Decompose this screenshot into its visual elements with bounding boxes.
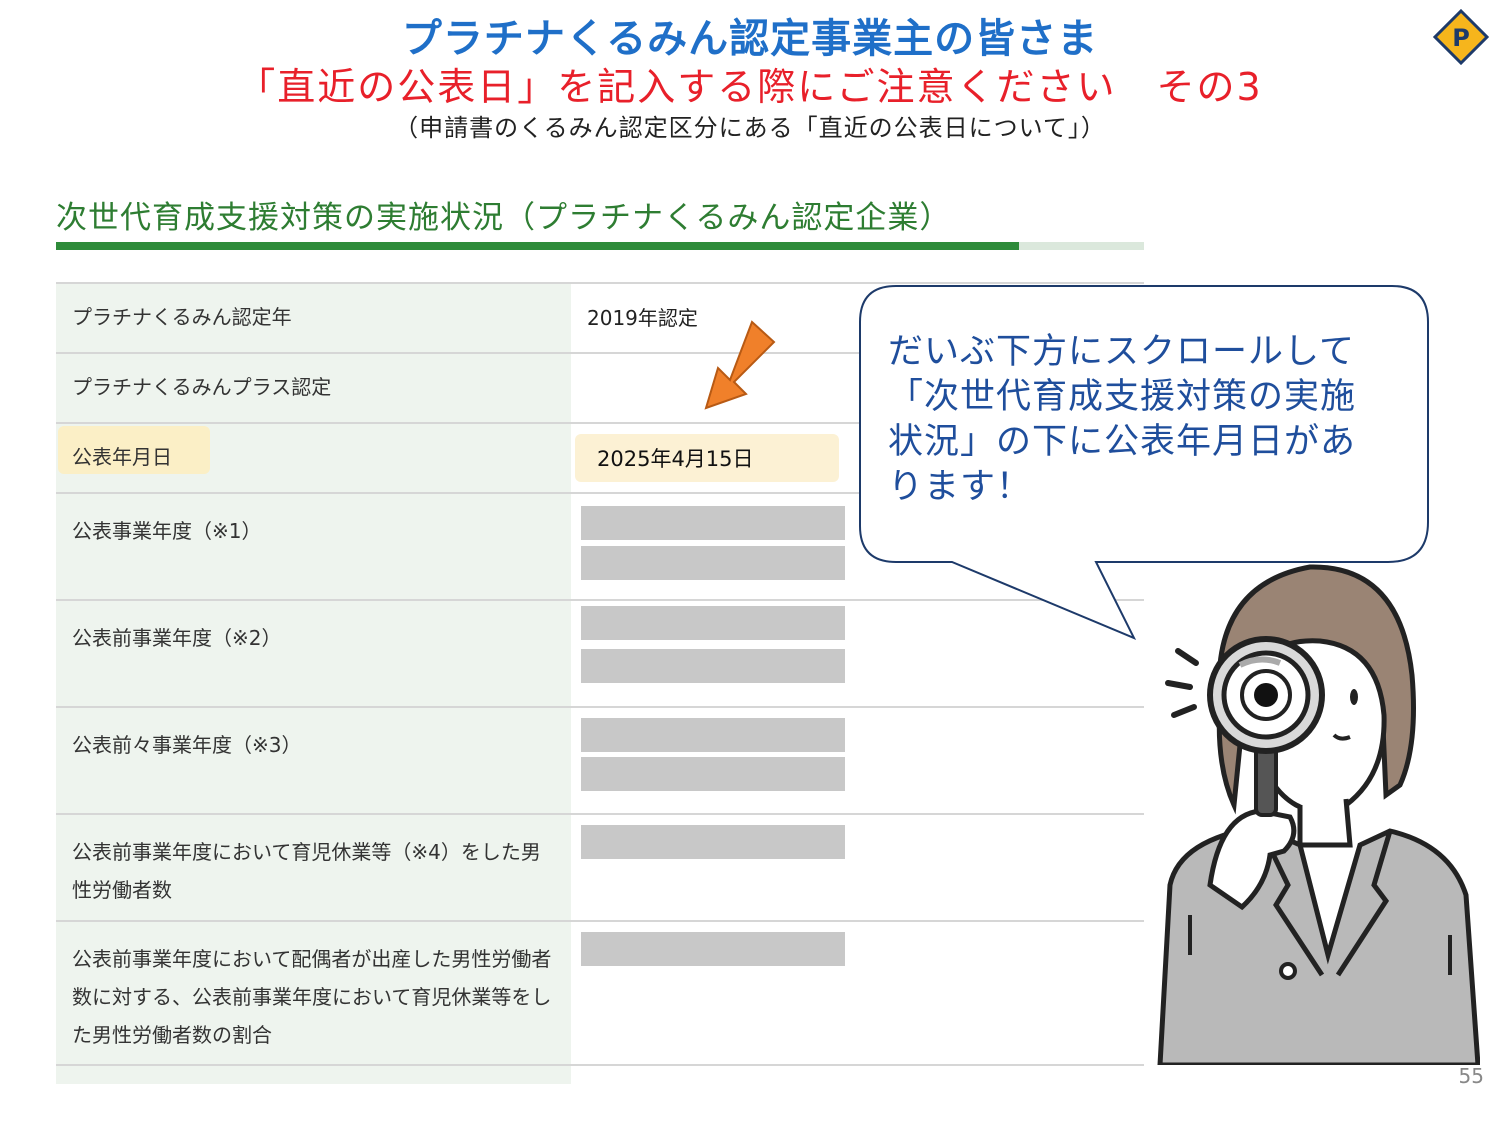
redacted-block [581,718,845,752]
table-continuation [56,1066,571,1084]
heading-underline [56,242,1144,250]
row-label: 公表前事業年度（※2） [56,601,571,706]
heading-underline-fill [56,242,1019,250]
orange-down-left-arrow-icon [704,320,776,410]
table-row: 公表前事業年度において配偶者が出産した男性労働者数に対する、公表前事業年度におい… [56,922,1144,1066]
row-value [571,815,1144,920]
redacted-block [581,932,845,966]
table-row: 公表前々事業年度（※3） [56,708,1144,815]
badge-letter: P [1452,24,1470,52]
redacted-block [581,757,845,791]
slide-subtitle-note: （申請書のくるみん認定区分にある「直近の公表日について」） [394,114,1106,142]
redacted-block [581,546,845,580]
section-heading: 次世代育成支援対策の実施状況（プラチナくるみん認定企業） [56,200,952,236]
table-row: 公表前事業年度において育児休業等（※4）をした男性労働者数 [56,815,1144,922]
p-diamond-badge-icon: P [1433,9,1489,65]
redacted-block [581,825,845,859]
page-number: 55 [1458,1064,1484,1088]
row-label: プラチナくるみんプラス認定 [56,354,571,422]
slide-subtitle-warning: 「直近の公表日」を記入する際にご注意ください その3 [237,65,1263,109]
row-label: 公表前事業年度において配偶者が出産した男性労働者数に対する、公表前事業年度におい… [56,922,571,1064]
redacted-block [581,606,845,640]
row-label-highlighted: 公表年月日 [56,424,571,492]
row-label: 公表事業年度（※1） [56,494,571,599]
row-value [571,922,1144,1064]
row-value [571,708,1144,813]
row-label: プラチナくるみん認定年 [56,284,571,352]
redacted-block [581,506,845,540]
row-label: 公表前事業年度において育児休業等（※4）をした男性労働者数 [56,815,571,920]
row-label: 公表前々事業年度（※3） [56,708,571,813]
woman-with-magnifier-icon [1157,564,1480,1065]
publication-date-value: 2025年4月15日 [575,434,839,482]
row-label-text: 公表年月日 [72,445,172,469]
redacted-block [581,649,845,683]
speech-bubble-text: だいぶ下方にスクロールして「次世代育成支援対策の実施状況」の下に公表年月日があり… [888,332,1357,507]
